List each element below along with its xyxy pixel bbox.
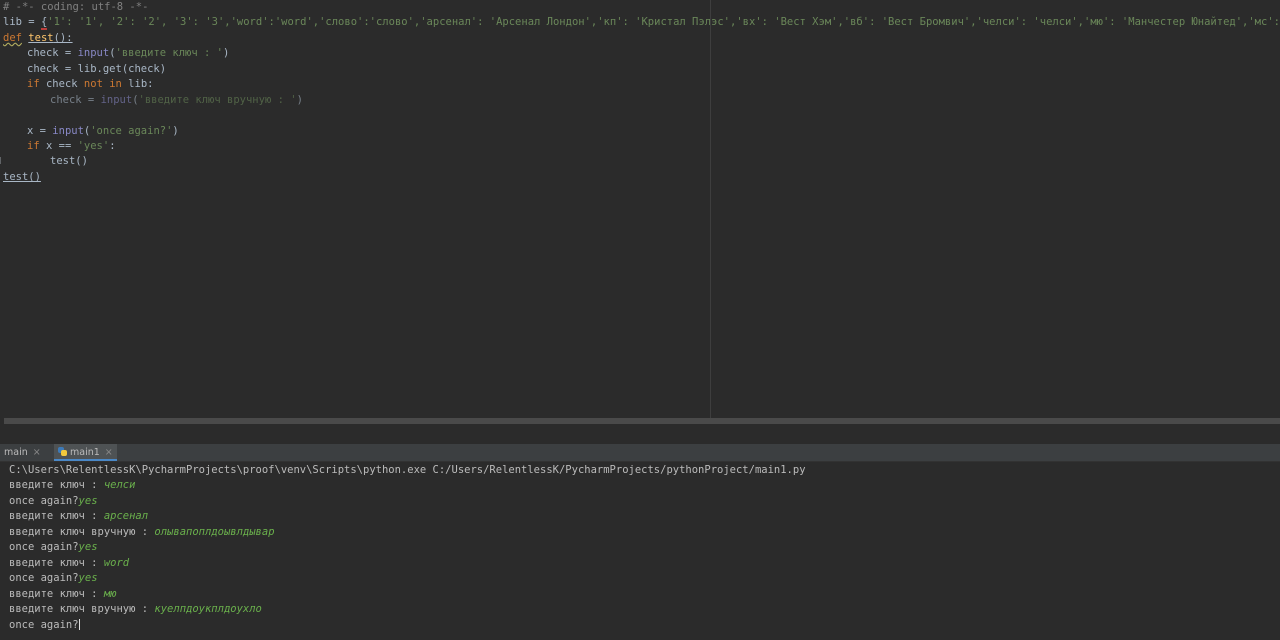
lib-assign: lib = [3, 16, 41, 28]
code-editor[interactable]: # -*- coding: utf-8 -*- lib = {'1': '1',… [0, 0, 1280, 417]
code-line-9: x = input('once again?') [27, 124, 179, 139]
editor-bottom-gap [0, 424, 1280, 444]
code-line-4: check = input('введите ключ : ') [27, 46, 229, 61]
code-text: lib: [121, 78, 154, 90]
console-user-input: мю [103, 588, 117, 600]
code-text: x == [39, 140, 78, 152]
console-prompt: введите ключ вручную : [9, 526, 155, 538]
console-line: once again?yes [9, 494, 98, 509]
string-literal: 'yes' [77, 140, 110, 152]
console-user-input: yes [78, 495, 98, 507]
console-line: введите ключ : word [9, 556, 129, 571]
code-line-7: check = input('введите ключ вручную : ') [50, 93, 303, 108]
console-prompt: once again? [9, 619, 79, 631]
right-margin-guide [710, 0, 711, 424]
console-line: введите ключ : арсенал [9, 509, 148, 524]
code-text: check = [50, 94, 101, 106]
function-name: test [28, 32, 54, 44]
console-line: введите ключ вручную : куелпдоукплдоухло [9, 602, 262, 617]
if-keyword: if [27, 78, 40, 90]
function-params: (): [53, 32, 73, 44]
if-keyword: if [27, 140, 40, 152]
tab-label: main [4, 447, 28, 458]
not-in-keyword: not in [83, 78, 122, 90]
close-icon[interactable]: × [105, 447, 113, 458]
code-paren: ) [222, 47, 230, 59]
code-text: check [39, 78, 84, 90]
fold-marker-icon[interactable] [0, 157, 4, 164]
code-text: : [109, 140, 116, 152]
code-text: check = [27, 47, 78, 59]
console-line[interactable]: once again? [9, 618, 80, 633]
console-prompt: введите ключ : [9, 510, 104, 522]
tab-main[interactable]: main × [0, 444, 45, 461]
console-line: введите ключ : челси [9, 478, 135, 493]
console-line: once again?yes [9, 571, 98, 586]
python-icon [58, 447, 67, 456]
console-prompt: once again? [9, 572, 79, 584]
console-user-input: word [103, 557, 130, 569]
console-line: введите ключ вручную : олывапоплдоывлдыв… [9, 525, 275, 540]
run-console[interactable]: C:\Users\RelentlessK\PycharmProjects\pro… [0, 462, 1280, 640]
builtin-input: input [77, 47, 110, 59]
code-line-2: lib = {'1': '1', '2': '2', '3': '3','wor… [3, 15, 1280, 30]
code-line-6: if check not in lib: [27, 77, 153, 92]
console-user-input: yes [78, 572, 98, 584]
dict-literal: '1': '1', '2': '2', '3': '3','word':'wor… [47, 16, 1280, 28]
string-literal: 'введите ключ вручную : ' [138, 94, 297, 106]
console-prompt: once again? [9, 495, 79, 507]
text-cursor [78, 619, 80, 630]
run-tool-window-tabs: main × main1 × [0, 444, 1280, 462]
console-prompt: once again? [9, 541, 79, 553]
def-keyword: def [3, 32, 22, 44]
console-prompt: введите ключ : [9, 479, 104, 491]
console-command: C:\Users\RelentlessK\PycharmProjects\pro… [9, 464, 806, 476]
code-line-3: def test(): [3, 31, 73, 46]
string-literal: 'введите ключ : ' [115, 47, 223, 59]
console-line: введите ключ : мю [9, 587, 116, 602]
close-icon[interactable]: × [33, 447, 41, 458]
builtin-input: input [100, 94, 133, 106]
console-user-input: челси [103, 479, 136, 491]
console-user-input: куелпдоукплдоухло [154, 603, 262, 615]
code-paren: ) [296, 94, 303, 106]
code-text: x = [27, 125, 53, 137]
code-line-10: if x == 'yes': [27, 139, 116, 154]
tab-label: main1 [70, 447, 100, 458]
console-user-input: арсенал [103, 510, 149, 522]
console-user-input: олывапоплдоывлдывар [154, 526, 275, 538]
console-prompt: введите ключ вручную : [9, 603, 155, 615]
code-line-5: check = lib.get(check) [27, 63, 167, 75]
console-prompt: введите ключ : [9, 557, 104, 569]
code-line-11: test() [50, 155, 88, 167]
console-user-input: yes [78, 541, 98, 553]
string-literal: 'once again?' [90, 125, 173, 137]
code-line-12: test() [3, 171, 41, 183]
console-line: once again?yes [9, 540, 98, 555]
code-paren: ) [172, 125, 179, 137]
console-prompt: введите ключ : [9, 588, 104, 600]
builtin-input: input [52, 125, 84, 137]
code-line-1: # -*- coding: utf-8 -*- [3, 1, 149, 13]
tab-main1[interactable]: main1 × [54, 444, 117, 461]
